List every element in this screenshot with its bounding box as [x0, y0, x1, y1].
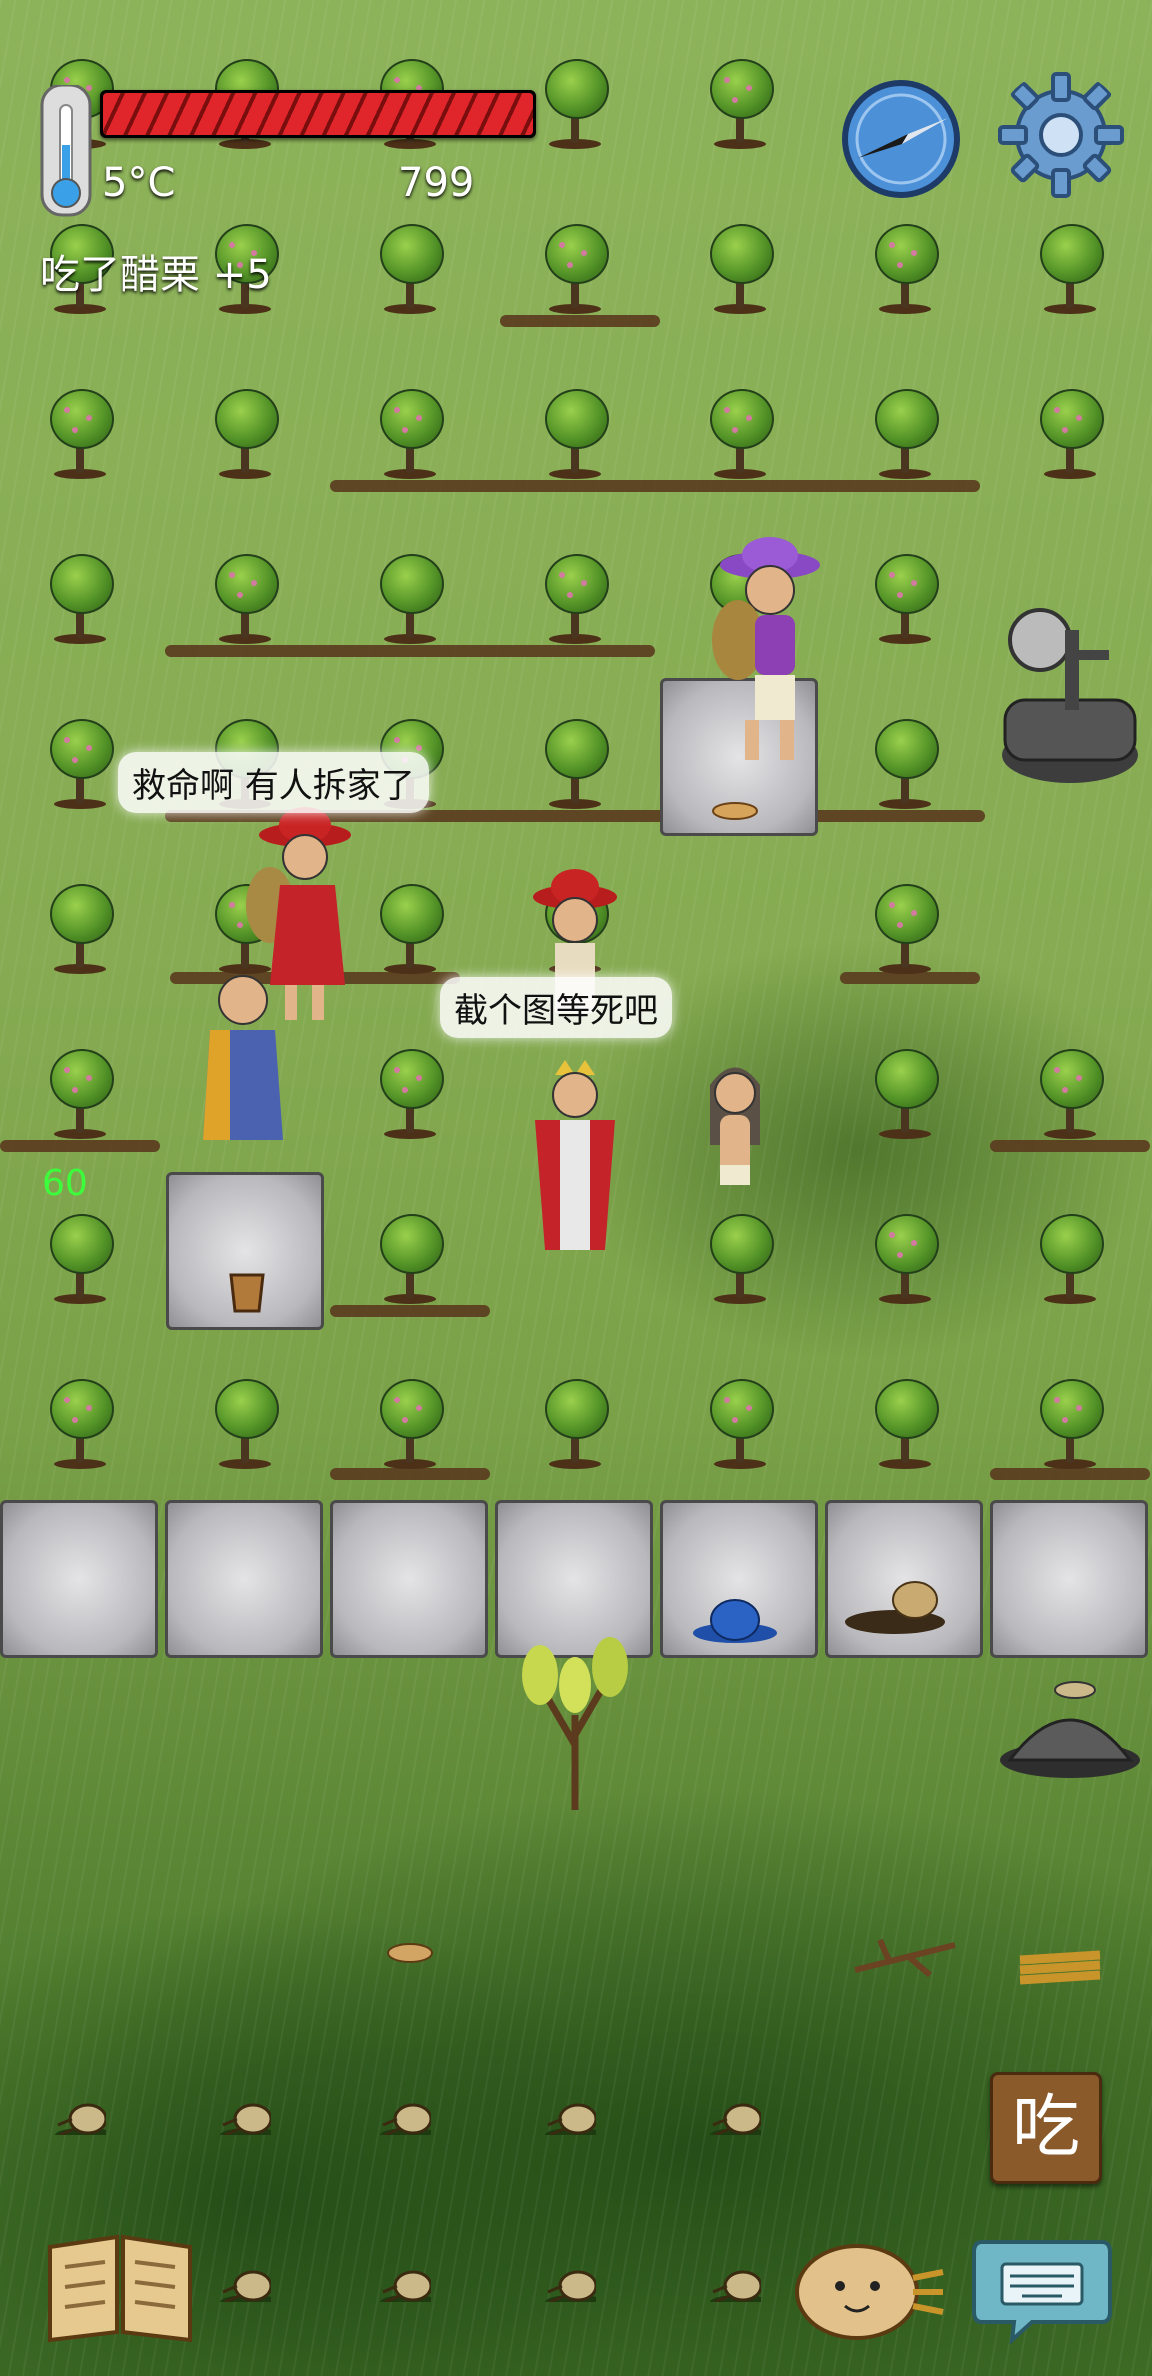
wheat-sheaf-icon[interactable] [1015, 1940, 1105, 2000]
gooseberry-bush[interactable] [700, 220, 780, 320]
temperature-label: 5°C [102, 160, 176, 206]
wooden-bucket-icon[interactable] [225, 1265, 269, 1315]
gooseberry-bush[interactable] [370, 1210, 450, 1310]
stone-floor-tile[interactable] [990, 1500, 1148, 1658]
branch-icon[interactable] [850, 1930, 960, 1980]
wild-carrot-icon[interactable] [215, 2095, 271, 2135]
gooseberry-bush[interactable] [370, 385, 450, 485]
gooseberry-bush[interactable] [1030, 1210, 1110, 1310]
stone-pile-well-icon[interactable] [995, 1670, 1145, 1780]
gooseberry-bush[interactable] [865, 385, 945, 485]
gooseberry-bush[interactable] [205, 550, 285, 650]
eat-button[interactable]: 吃 [990, 2072, 1102, 2184]
gooseberry-bush[interactable] [40, 1045, 120, 1145]
gooseberry-bush[interactable] [1030, 385, 1110, 485]
chat-bubble: 救命啊 有人拆家了 [118, 752, 429, 813]
gooseberry-bush[interactable] [865, 880, 945, 980]
gooseberry-bush[interactable] [535, 550, 615, 650]
chat-bubble: 截个图等死吧 [440, 977, 672, 1038]
gooseberry-bush[interactable] [205, 1375, 285, 1475]
book-icon[interactable] [45, 2232, 195, 2344]
character-crowned-king[interactable] [525, 1060, 625, 1260]
thermometer-icon [40, 85, 92, 217]
gear-icon[interactable] [996, 70, 1126, 200]
gooseberry-bush[interactable] [535, 1375, 615, 1475]
wild-carrot-icon[interactable] [215, 2262, 271, 2302]
gooseberry-bush[interactable] [40, 550, 120, 650]
stone-floor-tile[interactable] [0, 1500, 158, 1658]
gooseberry-bush[interactable] [205, 385, 285, 485]
blue-hat-icon[interactable] [690, 1595, 780, 1645]
kindling-fire-icon[interactable] [835, 1560, 955, 1640]
wild-carrot-icon[interactable] [705, 2262, 761, 2302]
sapling-icon[interactable] [510, 1625, 640, 1810]
game-world[interactable]: 救命啊 有人拆家了 截个图等死吧 [0, 0, 1152, 2376]
gooseberry-bush[interactable] [865, 1045, 945, 1145]
emote-face-icon[interactable] [795, 2238, 945, 2342]
gooseberry-bush[interactable] [865, 1375, 945, 1475]
bread-icon[interactable] [710, 800, 760, 822]
gooseberry-bush[interactable] [40, 385, 120, 485]
character-naked-baby[interactable] [695, 1055, 775, 1235]
wild-carrot-icon[interactable] [50, 2095, 106, 2135]
character-elder-blue-robe[interactable] [195, 970, 290, 1145]
hunger-bar-fill [103, 93, 533, 135]
gooseberry-bush[interactable] [535, 715, 615, 815]
gooseberry-bush[interactable] [700, 55, 780, 155]
gooseberry-bush[interactable] [40, 715, 120, 815]
wild-carrot-icon[interactable] [375, 2262, 431, 2302]
gooseberry-bush[interactable] [1030, 1045, 1110, 1145]
keyboard-icon[interactable] [972, 2232, 1112, 2344]
gooseberry-bush[interactable] [535, 385, 615, 485]
fps-counter: 60 [42, 1163, 88, 1204]
wild-carrot-icon[interactable] [540, 2095, 596, 2135]
food-message: 吃了醋栗 +5 [40, 252, 272, 298]
gooseberry-bush[interactable] [865, 1210, 945, 1310]
gooseberry-bush[interactable] [40, 1210, 120, 1310]
wild-carrot-icon[interactable] [705, 2095, 761, 2135]
gooseberry-bush[interactable] [865, 550, 945, 650]
stone-floor-tile[interactable] [165, 1500, 323, 1658]
deep-well-pump-icon[interactable] [995, 590, 1145, 790]
gooseberry-bush[interactable] [40, 1375, 120, 1475]
gooseberry-bush[interactable] [535, 55, 615, 155]
gooseberry-bush[interactable] [700, 385, 780, 485]
gooseberry-bush[interactable] [370, 550, 450, 650]
gooseberry-bush[interactable] [865, 715, 945, 815]
gooseberry-bush[interactable] [40, 880, 120, 980]
gooseberry-bush[interactable] [865, 220, 945, 320]
gooseberry-bush[interactable] [1030, 1375, 1110, 1475]
gooseberry-bush[interactable] [1030, 220, 1110, 320]
gooseberry-bush[interactable] [370, 1045, 450, 1145]
gooseberry-bush[interactable] [535, 220, 615, 320]
seed-icon[interactable] [385, 1940, 435, 1966]
score-label: 799 [398, 160, 475, 206]
compass-icon[interactable] [838, 76, 964, 202]
gooseberry-bush[interactable] [700, 1375, 780, 1475]
gooseberry-bush[interactable] [370, 220, 450, 320]
wild-carrot-icon[interactable] [540, 2262, 596, 2302]
player-purple-hat[interactable] [710, 535, 830, 775]
gooseberry-bush[interactable] [370, 880, 450, 980]
stone-floor-tile[interactable] [330, 1500, 488, 1658]
wild-carrot-icon[interactable] [375, 2095, 431, 2135]
hunger-bar [100, 90, 536, 138]
gooseberry-bush[interactable] [370, 1375, 450, 1475]
